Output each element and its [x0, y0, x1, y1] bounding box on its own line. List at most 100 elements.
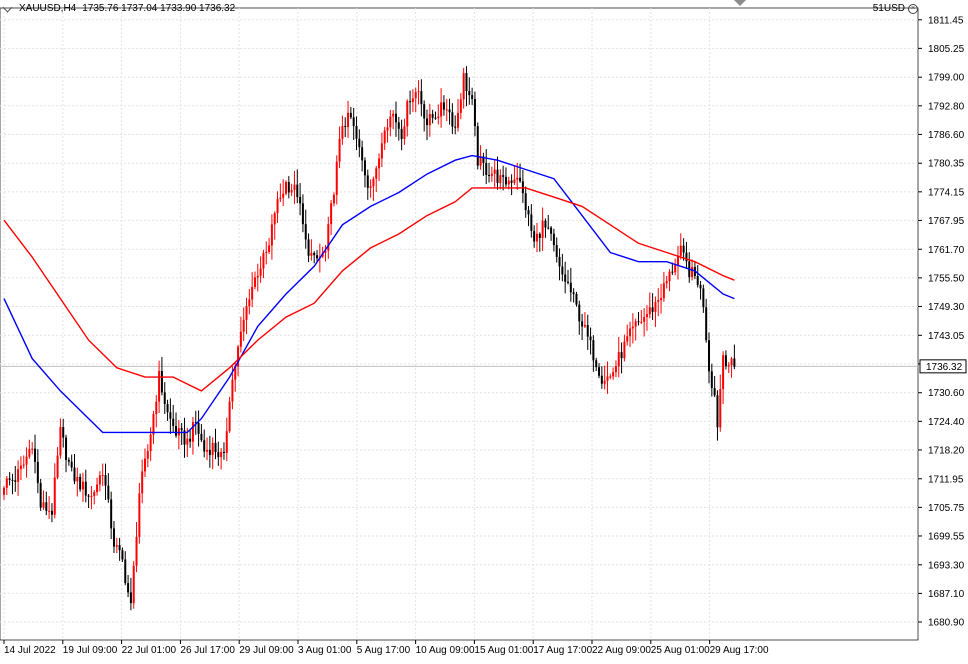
candle-body	[138, 493, 141, 537]
candle-body	[222, 451, 225, 454]
y-tick-label: 1786.60	[928, 130, 965, 141]
candle-body	[62, 427, 65, 438]
candle-body	[575, 294, 578, 305]
candle-body	[270, 224, 273, 246]
x-tick-label: 5 Aug 17:00	[357, 645, 411, 656]
candle-body	[93, 492, 96, 497]
y-tick-label: 1680.90	[928, 618, 965, 629]
candle-body	[403, 126, 406, 139]
candle-body	[564, 274, 567, 282]
chart-window[interactable]: 1811.45 1805.25 1799.00 1792.80 1786.60 1780.…	[0, 0, 968, 664]
candle-body	[363, 160, 366, 176]
candle-body	[90, 496, 93, 498]
chart-header: XAUUSD,H4 1735.76 1737.04 1733.90 1736.3…	[2, 2, 235, 14]
candle-body	[600, 375, 603, 384]
candle-body	[454, 126, 457, 128]
candle-body	[550, 227, 553, 234]
candle-body	[648, 307, 651, 315]
candle-body	[67, 459, 70, 462]
candle-body	[231, 379, 234, 402]
x-tick-label: 3 Aug 01:00	[298, 645, 352, 656]
y-tick-label: 1799.00	[928, 73, 965, 84]
candle-body	[634, 321, 637, 327]
candle-body	[502, 175, 505, 177]
candle-body	[668, 271, 671, 282]
candle-body	[282, 193, 285, 198]
y-tick-label: 1743.05	[928, 331, 965, 342]
candle-body	[538, 233, 541, 238]
candle-body	[541, 220, 544, 238]
candle-body	[316, 255, 319, 259]
candle-body	[682, 245, 685, 253]
candle-body	[530, 214, 533, 231]
candle-body	[730, 358, 733, 366]
candle-body	[8, 478, 11, 480]
candle-body	[519, 177, 522, 182]
candle-body	[445, 109, 448, 111]
candle-body	[705, 307, 708, 341]
candle-body	[172, 418, 175, 427]
candle-body	[423, 104, 426, 119]
candle-body	[203, 440, 206, 452]
candle-body	[583, 325, 586, 327]
candle-body	[702, 288, 705, 308]
candle-body	[394, 113, 397, 123]
candle-body	[124, 559, 127, 584]
candle-body	[45, 502, 48, 511]
candle-body	[578, 304, 581, 322]
candle-body	[19, 465, 22, 470]
candle-body	[276, 199, 279, 214]
candle-body	[70, 461, 73, 468]
candle-body	[665, 281, 668, 284]
candle-body	[696, 276, 699, 285]
shift-triangle-icon[interactable]	[734, 0, 746, 6]
candle-body	[417, 91, 420, 93]
candle-body	[629, 328, 632, 337]
candle-body	[662, 283, 665, 299]
top-right-panel: 51USD ×	[873, 3, 918, 14]
candle-body	[349, 112, 352, 118]
candle-body	[149, 434, 152, 452]
candle-body	[440, 102, 443, 117]
candle-body	[101, 475, 104, 477]
candle-body	[208, 449, 211, 456]
candle-body	[330, 203, 333, 225]
candle-body	[73, 467, 76, 482]
candle-body	[341, 126, 344, 139]
candle-body	[256, 275, 259, 278]
x-tick-label: 19 Jul 09:00	[63, 645, 118, 656]
price-chart[interactable]: 1811.45 1805.25 1799.00 1792.80 1786.60 1780.…	[0, 0, 968, 664]
candle-body	[558, 256, 561, 267]
y-tick-label: 1774.15	[928, 187, 965, 198]
y-tick-label: 1724.40	[928, 417, 965, 428]
x-tick-label: 17 Aug 17:00	[533, 645, 592, 656]
candle-body	[510, 180, 513, 183]
candle-body	[28, 449, 31, 457]
candle-body	[397, 122, 400, 129]
candle-body	[544, 220, 547, 228]
candle-body	[39, 483, 42, 508]
candle-body	[87, 495, 90, 497]
candle-body	[358, 138, 361, 148]
usd-label: 51USD	[872, 3, 905, 14]
candle-body	[614, 366, 617, 373]
candle-body	[713, 387, 716, 396]
candle-body	[369, 186, 372, 188]
y-tick-label: 1693.30	[928, 560, 965, 571]
candle-body	[347, 112, 350, 127]
close-icon[interactable]: ×	[908, 3, 918, 14]
candle-body	[180, 428, 183, 431]
candle-body	[34, 448, 37, 462]
candle-body	[383, 130, 386, 144]
candle-body	[197, 422, 200, 434]
candle-body	[504, 176, 507, 185]
chevron-down-icon[interactable]	[2, 2, 13, 12]
candle-body	[657, 300, 660, 302]
candle-body	[152, 414, 155, 435]
candle-body	[465, 73, 468, 92]
candle-body	[710, 371, 713, 388]
candle-body	[352, 117, 355, 127]
candle-body	[524, 193, 527, 211]
candle-body	[414, 92, 417, 99]
candle-body	[420, 91, 423, 105]
